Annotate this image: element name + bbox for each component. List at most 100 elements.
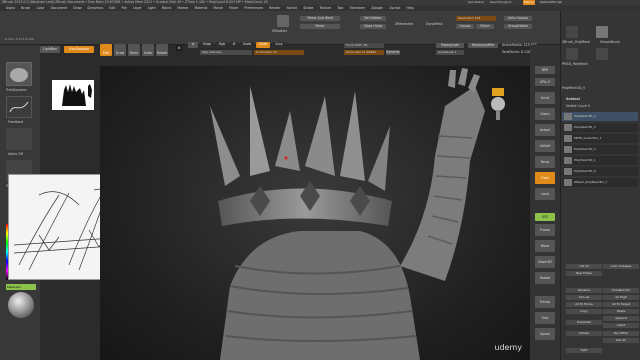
spix-slider[interactable]: SPix 3 [535, 78, 555, 86]
move-button[interactable]: Move [128, 44, 140, 56]
material-sphere-icon[interactable] [8, 292, 34, 318]
new-folder-button[interactable]: New Folder [566, 271, 602, 276]
menu-item[interactable]: Macro [162, 6, 172, 10]
dynamic-toggle[interactable]: Dynamic [386, 50, 400, 55]
menu-item[interactable]: Draw [73, 6, 81, 10]
zmodeler-icon[interactable] [277, 15, 289, 27]
group-visible-button[interactable]: GroupVisible [504, 24, 532, 29]
del-all-button[interactable]: Del All [603, 338, 639, 343]
local-button[interactable]: Local [535, 188, 555, 200]
all-to-home-button[interactable]: All To Home [566, 302, 602, 307]
polish-toggle[interactable]: Polish [476, 24, 494, 29]
zremesher-label[interactable]: ZRemesher [395, 22, 413, 26]
menu-item[interactable]: Layer [133, 6, 142, 10]
brush-icon[interactable] [6, 62, 32, 86]
duplicate-button[interactable]: Duplicate [566, 320, 602, 325]
rotate-view-button[interactable]: Rotate [535, 272, 555, 284]
replay-last-button[interactable]: ReplayLast [436, 43, 464, 48]
del-other-button[interactable]: Del Other [603, 331, 639, 336]
zcut-toggle[interactable]: Zcut [272, 42, 286, 48]
paste-button[interactable]: Paste [603, 309, 639, 314]
append-button[interactable]: Append [603, 316, 639, 321]
focal-shift-slider[interactable]: Focal Shift -56 [344, 43, 384, 48]
menu-item[interactable]: Document [51, 6, 68, 10]
menu-item[interactable]: File [121, 6, 126, 10]
subtool-row[interactable]: ZMesh_PolyMesh3D_7 [562, 178, 638, 187]
solo-button[interactable]: Solo [535, 312, 555, 324]
visible-count[interactable]: Visible Count 9 [566, 104, 590, 108]
menu-item[interactable]: Movie [213, 6, 222, 10]
alpha-icon[interactable] [6, 128, 32, 150]
menu-item[interactable]: Transform [349, 6, 365, 10]
auto-groups-button[interactable]: Auto Groups [504, 16, 532, 21]
lightbox-button[interactable]: LightBox [40, 46, 60, 53]
zoom-button[interactable]: Zoom [535, 108, 555, 120]
subtool-row[interactable]: PolyMesh3D_1 [562, 156, 638, 165]
list-all-button[interactable]: List All [566, 264, 602, 269]
mirror-button[interactable]: Mirror [300, 24, 340, 29]
rgb-toggle[interactable]: Rgb [216, 42, 228, 48]
polymesh3d-thumb[interactable] [596, 48, 608, 60]
menu-item[interactable]: Zscript [389, 6, 400, 10]
delete-button[interactable]: Delete [566, 331, 602, 336]
gear-icon[interactable]: ⚙ [175, 44, 183, 52]
split-button[interactable]: Split [566, 348, 602, 353]
actual-button[interactable]: Actual [535, 124, 555, 136]
menu-item[interactable]: Stroke [303, 6, 313, 10]
menu-item[interactable]: Brush [21, 6, 30, 10]
mirror-and-weld-button[interactable]: Mirror And Weld [300, 16, 340, 21]
menu-item[interactable]: Picker [229, 6, 239, 10]
xyz-button[interactable]: XYZ [535, 213, 555, 221]
menu-item[interactable]: Stencil [287, 6, 298, 10]
menu-item[interactable]: Light [148, 6, 156, 10]
floor-button[interactable]: Floor [535, 172, 555, 184]
menu-item[interactable]: Alpha [6, 6, 15, 10]
scale-button[interactable]: Scale [142, 44, 154, 56]
m-toggle[interactable]: M [230, 42, 238, 48]
draw-size-slider[interactable]: Draw Size 11.69984 [344, 50, 384, 55]
menu-item[interactable]: Tool [337, 6, 343, 10]
draw-button[interactable]: Draw [114, 44, 126, 56]
subtool-row[interactable]: PolyMesh3D_6 [562, 167, 638, 176]
copy-button[interactable]: Copy [566, 309, 602, 314]
move-view-button[interactable]: Move [535, 240, 555, 252]
frame-button[interactable]: Frame [535, 224, 555, 236]
menu-item[interactable]: Edit [109, 6, 115, 10]
orientation-gizmo[interactable] [491, 97, 505, 111]
menu-item[interactable]: Texture [320, 6, 332, 10]
zoom3d-button[interactable]: Zoom3D [535, 256, 555, 268]
subtool-row[interactable]: PolyMesh3D_3 [562, 145, 638, 154]
menu-item[interactable]: Preferences [244, 6, 263, 10]
menu-item[interactable]: Material [194, 6, 207, 10]
del-hidden-button[interactable]: Del Hidden [360, 16, 386, 21]
menu-item[interactable]: Color [36, 6, 44, 10]
z-intensity-slider[interactable]: Z Intensity 43 [254, 50, 304, 55]
zadd-toggle[interactable]: Zadd [240, 42, 254, 48]
menu-item[interactable]: Help [406, 6, 413, 10]
subtool-title[interactable]: Subtool [566, 97, 580, 101]
xpose-button[interactable]: Xpose [535, 328, 555, 340]
bpr-button[interactable]: BPR [535, 66, 555, 74]
polymesh-thumb[interactable] [566, 26, 578, 38]
subtool-row[interactable]: PM3D_Cube3D1_1 [562, 134, 638, 143]
rename-button[interactable]: Rename [566, 288, 602, 293]
pm3d-thumb[interactable] [566, 48, 578, 60]
live-boolean-button[interactable]: Live Boolean [64, 46, 94, 53]
transp-button[interactable]: Transp [535, 296, 555, 308]
menu-item[interactable]: Zplugin [371, 6, 383, 10]
rgb-intensity-slider[interactable]: Rgb Intensity [200, 50, 252, 55]
edit-button[interactable]: Edit [100, 44, 112, 56]
mrgb-toggle[interactable]: Mrgb [200, 42, 214, 48]
scroll-button[interactable]: Scroll [535, 92, 555, 104]
groups-toggle[interactable]: Groups [456, 24, 474, 29]
insert-button[interactable]: Insert [603, 323, 639, 328]
zsub-toggle[interactable]: Zsub [256, 42, 270, 48]
menu-item[interactable]: Dynamics [88, 6, 104, 10]
stroke-icon[interactable] [6, 96, 32, 118]
close-holes-button[interactable]: Close Holes [360, 24, 386, 29]
simple-brush-thumb[interactable] [596, 26, 608, 38]
material-label[interactable]: Materials [6, 284, 36, 290]
subtool-row[interactable]: PolyMesh3D_2 [562, 112, 638, 121]
viewport-canvas[interactable]: udemy [100, 66, 530, 360]
dynamesh-label[interactable]: DynaMesh [426, 22, 443, 26]
